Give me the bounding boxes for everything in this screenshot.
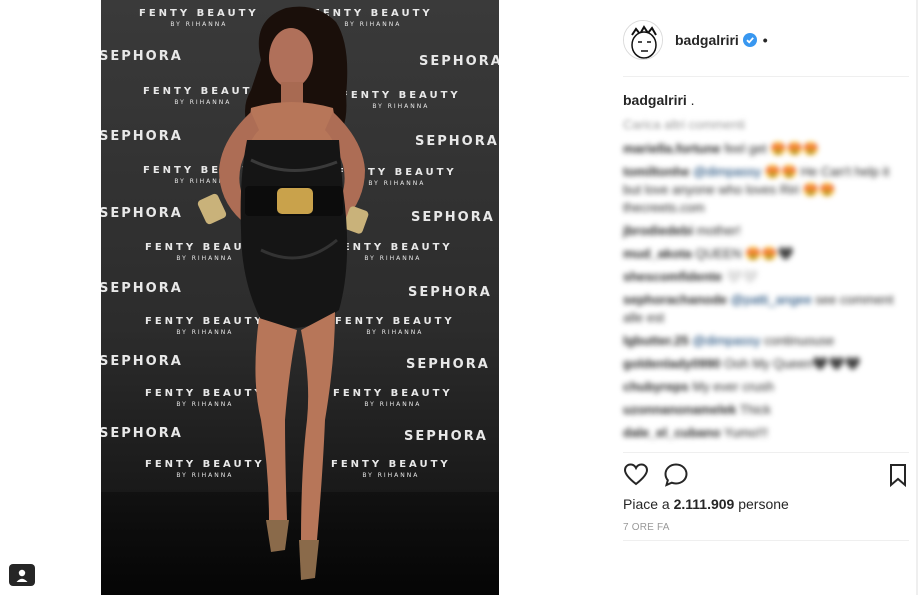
post-username[interactable]: badgalriri	[675, 32, 739, 48]
verified-badge-icon	[742, 33, 757, 47]
comment-username[interactable]: mariella.fortune	[623, 141, 721, 156]
comment-text: feel get 😍😍😍	[720, 141, 819, 156]
comment-mention[interactable]: @dimpassy	[693, 164, 761, 179]
post-photo[interactable]: FENTY BEAUTY BY RIHANNA FENTY BEAUTY BY RI…	[101, 0, 499, 595]
comment-text: continuouse	[760, 333, 835, 348]
person-glyph	[16, 569, 28, 582]
comment-text: Thick	[736, 402, 771, 417]
header-divider	[623, 76, 909, 77]
comment-item: tomiltonhe @dimpassy 😍😍 He Can't help it…	[623, 163, 909, 217]
comment-item: mud_akota QUEEN 😍😍🖤	[623, 245, 909, 263]
photo-subject	[197, 6, 369, 580]
comment-mention[interactable]: @dimpassy	[692, 333, 760, 348]
comment-text: Ooh My Queen🖤🖤🖤	[720, 356, 861, 371]
comment-username[interactable]: tomiltonhe	[623, 164, 689, 179]
comment-item: chubyreps My ever crush	[623, 378, 909, 396]
comment-username[interactable]: goldenlady0990	[623, 356, 721, 371]
comment-mention[interactable]: @patti_angee	[731, 292, 812, 307]
footer-divider	[623, 540, 909, 541]
post-timestamp[interactable]: 7 ORE FA	[623, 522, 670, 533]
comment-item: jbrodiedebi mother!	[623, 222, 909, 240]
comment-username[interactable]: chubyreps	[623, 379, 689, 394]
comment-username[interactable]: uzonnanonamelek	[623, 402, 736, 417]
comment-text: My ever crush	[688, 379, 774, 394]
comment-username[interactable]: mud_akota	[623, 246, 692, 261]
comment-item: dale_el_cubano Yumo!!!	[623, 424, 909, 442]
comment-bubble-icon[interactable]	[663, 462, 689, 488]
post-caption: badgalriri .	[623, 92, 695, 108]
comment-item: mariella.fortune feel get 😍😍😍	[623, 140, 909, 158]
actions-divider	[623, 452, 909, 453]
header-separator-dot: •	[762, 32, 768, 48]
comment-username[interactable]: jbrodiedebi	[623, 223, 693, 238]
comment-text: 🤍🤍	[721, 269, 758, 284]
bookmark-icon[interactable]	[885, 462, 911, 488]
comment-item: goldenlady0990 Ooh My Queen🖤🖤🖤	[623, 355, 909, 373]
comment-item: lgbutter.25 @dimpassy continuouse	[623, 332, 909, 350]
post-header: badgalriri •	[623, 14, 909, 66]
likes-count[interactable]: Piace a 2.111.909 persone	[623, 496, 789, 512]
likes-number: 2.111.909	[673, 496, 735, 512]
comment-text: mother!	[693, 223, 741, 238]
person-badge-icon[interactable]	[9, 564, 35, 586]
comment-username[interactable]: sephorachanode	[623, 292, 727, 307]
load-more-comments-link[interactable]: Carica altri commenti	[623, 116, 909, 134]
avatar-cartoon-icon	[624, 21, 662, 59]
comment-item: uzonnanonamelek Thick	[623, 401, 909, 419]
comment-username[interactable]: lgbutter.25	[623, 333, 689, 348]
comment-username[interactable]: shescomfidente	[623, 269, 722, 284]
caption-text: .	[686, 92, 695, 108]
comments-list: Carica altri commenti mariella.fortune f…	[623, 116, 909, 447]
user-avatar[interactable]	[623, 20, 663, 60]
likes-prefix: Piace a	[623, 496, 674, 512]
heart-icon[interactable]	[623, 462, 649, 488]
comment-item: sephorachanode @patti_angee see comment …	[623, 291, 909, 327]
comment-text: QUEEN 😍😍🖤	[691, 246, 794, 261]
likes-suffix: persone	[734, 496, 789, 512]
comment-username[interactable]: dale_el_cubano	[623, 425, 721, 440]
comment-text: Yumo!!!	[720, 425, 769, 440]
post-actions-bar	[623, 462, 909, 488]
comment-item: shescomfidente 🤍🤍	[623, 268, 909, 286]
caption-username[interactable]: badgalriri	[623, 92, 687, 108]
